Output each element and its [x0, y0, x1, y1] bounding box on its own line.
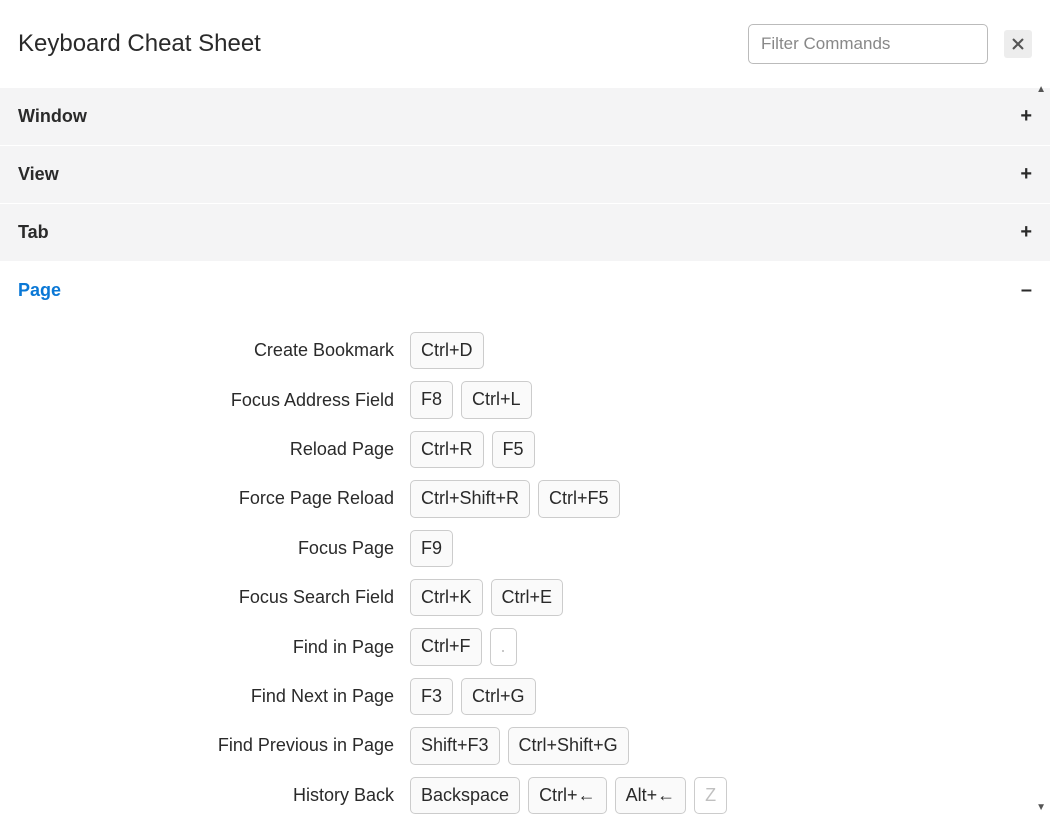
- key-badge[interactable]: Ctrl+G: [461, 678, 536, 715]
- section-title: Tab: [18, 222, 49, 243]
- keys-group: F3Ctrl+G: [410, 678, 536, 715]
- header: Keyboard Cheat Sheet: [0, 0, 1050, 88]
- page-title: Keyboard Cheat Sheet: [18, 30, 732, 58]
- keys-group: BackspaceCtrl+←Alt+←Z: [410, 777, 727, 814]
- close-icon: [1011, 37, 1025, 51]
- command-row: Find Previous in Page Shift+F3Ctrl+Shift+…: [0, 721, 1050, 770]
- command-label: History Back: [18, 785, 394, 806]
- keys-group: Ctrl+F.: [410, 628, 517, 665]
- key-badge[interactable]: Ctrl+Shift+G: [508, 727, 629, 764]
- command-row: Force Page Reload Ctrl+Shift+RCtrl+F5: [0, 474, 1050, 523]
- command-label: Focus Search Field: [18, 587, 394, 608]
- command-label: Find Previous in Page: [18, 735, 394, 756]
- keys-group: Shift+F3Ctrl+Shift+G: [410, 727, 629, 764]
- command-label: Reload Page: [18, 439, 394, 460]
- command-row: Create Bookmark Ctrl+D: [0, 326, 1050, 375]
- command-label: Create Bookmark: [18, 340, 394, 361]
- key-badge[interactable]: Ctrl+Shift+R: [410, 480, 530, 517]
- key-badge[interactable]: Ctrl+K: [410, 579, 483, 616]
- command-row: Find Next in Page F3Ctrl+G: [0, 672, 1050, 721]
- command-row: Reload Page Ctrl+RF5: [0, 425, 1050, 474]
- command-label: Find Next in Page: [18, 686, 394, 707]
- content-scroll[interactable]: Window + View + Tab + Page – Create Book…: [0, 88, 1050, 822]
- section-title: Window: [18, 106, 87, 127]
- key-badge[interactable]: Ctrl+D: [410, 332, 484, 369]
- close-button[interactable]: [1004, 30, 1032, 58]
- section-header-tab[interactable]: Tab +: [0, 204, 1050, 262]
- section-title: View: [18, 164, 59, 185]
- command-row: Focus Page F9: [0, 524, 1050, 573]
- command-label: Focus Page: [18, 538, 394, 559]
- command-label: Focus Address Field: [18, 390, 394, 411]
- key-badge[interactable]: F5: [492, 431, 535, 468]
- command-row: History Back BackspaceCtrl+←Alt+←Z: [0, 771, 1050, 820]
- section-header-view[interactable]: View +: [0, 146, 1050, 204]
- section-title: Page: [18, 280, 61, 301]
- keys-group: Ctrl+RF5: [410, 431, 535, 468]
- keys-group: F9: [410, 530, 453, 567]
- command-row: Find in Page Ctrl+F.: [0, 622, 1050, 671]
- key-badge[interactable]: Ctrl+F: [410, 628, 482, 665]
- key-badge[interactable]: Shift+F3: [410, 727, 500, 764]
- keys-group: Ctrl+KCtrl+E: [410, 579, 563, 616]
- key-badge[interactable]: Alt+←: [615, 777, 687, 814]
- filter-input[interactable]: [748, 24, 988, 64]
- command-label: Force Page Reload: [18, 488, 394, 509]
- key-badge[interactable]: Ctrl+R: [410, 431, 484, 468]
- key-badge[interactable]: Z: [694, 777, 727, 814]
- key-badge[interactable]: Ctrl+F5: [538, 480, 620, 517]
- command-label: Find in Page: [18, 637, 394, 658]
- plus-icon: +: [1020, 163, 1032, 186]
- section-header-page[interactable]: Page –: [0, 262, 1050, 320]
- plus-icon: +: [1020, 221, 1032, 244]
- keys-group: Ctrl+Shift+RCtrl+F5: [410, 480, 620, 517]
- plus-icon: +: [1020, 105, 1032, 128]
- key-badge[interactable]: F3: [410, 678, 453, 715]
- key-badge[interactable]: F9: [410, 530, 453, 567]
- keys-group: F8Ctrl+L: [410, 381, 532, 418]
- keys-group: Ctrl+D: [410, 332, 484, 369]
- key-badge[interactable]: Ctrl+E: [491, 579, 564, 616]
- key-badge[interactable]: F8: [410, 381, 453, 418]
- key-badge[interactable]: Ctrl+L: [461, 381, 532, 418]
- command-row: Focus Search Field Ctrl+KCtrl+E: [0, 573, 1050, 622]
- minus-icon: –: [1021, 279, 1032, 302]
- key-badge[interactable]: Backspace: [410, 777, 520, 814]
- key-badge[interactable]: .: [490, 628, 517, 665]
- section-header-window[interactable]: Window +: [0, 88, 1050, 146]
- key-badge[interactable]: Ctrl+←: [528, 777, 607, 814]
- section-body-page: Create Bookmark Ctrl+D Focus Address Field…: [0, 320, 1050, 822]
- command-row: Focus Address Field F8Ctrl+L: [0, 375, 1050, 424]
